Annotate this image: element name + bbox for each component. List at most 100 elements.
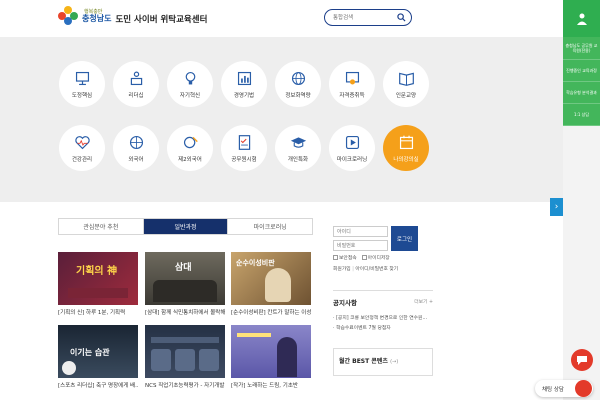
- podium-icon: [130, 71, 142, 85]
- best-content-box[interactable]: 월간 BEST 콘텐츠 (→): [333, 348, 433, 376]
- chat-bubble-icon: [577, 356, 587, 365]
- course-caption: [삼대] 함께 식민통치하에서 몰락해...: [145, 310, 225, 316]
- tab-recommend[interactable]: 관심분야 추천: [59, 219, 144, 234]
- category-label: 인문교양: [395, 92, 417, 99]
- notice-box: 공지사항 더보기 + · [공지] 코룡 보안정책 변경으로 인한 연수원...…: [333, 290, 433, 344]
- thumb-title: 삼대: [175, 263, 192, 273]
- category-label: 제2외국어: [178, 156, 202, 163]
- globe-icon: [291, 71, 305, 85]
- search-input[interactable]: [325, 10, 395, 25]
- category-core[interactable]: 도정핵심: [59, 61, 105, 107]
- course-caption: [작가] 노래하는 드림, 기초반: [231, 383, 298, 389]
- chatbot-button[interactable]: [571, 349, 593, 371]
- notice-more-link[interactable]: 더보기 +: [414, 298, 433, 305]
- rail-top: [563, 0, 600, 37]
- category-microlearning[interactable]: 마이크로러닝: [329, 125, 375, 171]
- chart-icon: [237, 71, 251, 85]
- thumb-title: 순수이성비판: [236, 259, 275, 267]
- course-thumbnail[interactable]: 이기는 습관: [58, 325, 138, 378]
- thumb-title: 기획의 神: [76, 266, 118, 277]
- course-thumbnail[interactable]: 기획의 神: [58, 252, 138, 305]
- chat-dot-icon: [575, 380, 592, 397]
- course-caption: [순수이성비판] 칸트가 말하는 이성...: [231, 310, 311, 316]
- lightbulb-icon: [185, 71, 195, 84]
- category-leadership[interactable]: 리더십: [113, 61, 159, 107]
- best-arrow: (→): [390, 359, 399, 365]
- certificate-icon: [345, 71, 359, 84]
- login-password-input[interactable]: [333, 240, 388, 251]
- monitor-icon: [75, 71, 89, 85]
- heart-icon: [74, 135, 90, 149]
- category-label: 정보화역량: [285, 92, 311, 99]
- category-label: 나의강의실: [393, 156, 419, 163]
- secure-login-label: 보안접속: [339, 256, 357, 261]
- course-thumbnail[interactable]: [231, 325, 311, 378]
- course-card[interactable]: 이기는 습관 [스포츠 리더십] 축구 명장에게 배...: [58, 325, 138, 389]
- category-panel: 도정핵심 리더십 자기혁신 경영기법 정보화역량 자격증취득 인문교양 건강관리…: [0, 37, 563, 202]
- secure-login-checkbox[interactable]: 보안접속: [333, 254, 357, 261]
- logo-province: 충청남도: [82, 13, 112, 23]
- category-personal[interactable]: 개인특화: [275, 125, 321, 171]
- search-icon[interactable]: [397, 13, 406, 22]
- course-thumbnail[interactable]: [145, 325, 225, 378]
- category-foreign-language[interactable]: 외국어: [113, 125, 159, 171]
- best-content-title: 월간 BEST 콘텐츠: [339, 358, 388, 365]
- chat-consult-button[interactable]: 채팅 상담: [535, 380, 593, 397]
- category-label: 건강관리: [71, 156, 93, 163]
- category-certificate[interactable]: 자격증취득: [329, 61, 375, 107]
- category-label: 마이크로러닝: [336, 156, 368, 163]
- category-label: 외국어: [128, 156, 144, 163]
- course-card[interactable]: NCS 직업기초능력평가 - 자기개발...: [145, 325, 225, 389]
- site-logo[interactable]: 행복충만 충청남도 도민 사이버 위탁교육센터: [58, 6, 207, 26]
- category-humanities[interactable]: 인문교양: [383, 61, 429, 107]
- category-second-language[interactable]: 제2외국어: [167, 125, 213, 171]
- course-caption: [기획의 신] 하루 1분, 기획력: [58, 310, 126, 316]
- category-label: 자기혁신: [179, 92, 201, 99]
- category-label: 자격증취득: [339, 92, 365, 99]
- checklist-icon: [238, 134, 250, 150]
- search-box: [324, 9, 412, 26]
- rail-item-academy[interactable]: 충청남도 공무원 교육원(전용): [563, 37, 600, 60]
- category-management[interactable]: 경영기법: [221, 61, 267, 107]
- play-icon: [345, 135, 359, 149]
- chat-consult-label: 채팅 상담: [542, 386, 564, 393]
- book-icon: [398, 72, 414, 86]
- category-health[interactable]: 건강관리: [59, 125, 105, 171]
- save-id-checkbox[interactable]: 아이디저장: [361, 254, 390, 261]
- rail-item-learning-type[interactable]: 학습유형 분석결과: [563, 82, 600, 104]
- graduation-cap-icon: [290, 136, 306, 148]
- login-id-input[interactable]: [333, 226, 388, 237]
- find-account-link[interactable]: 아이디/비밀번호 찾기: [355, 267, 398, 272]
- rail-item-consult[interactable]: 1:1 상담: [563, 104, 600, 126]
- quick-menu-rail: 충청남도 공무원 교육원(전용) 진행중인 교육과정 학습유형 분석결과 1:1…: [563, 0, 600, 400]
- rail-toggle-chevron-icon[interactable]: ›: [550, 198, 563, 216]
- category-it[interactable]: 정보화역량: [275, 61, 321, 107]
- category-label: 공무원시험: [231, 156, 257, 163]
- course-card[interactable]: 순수이성비판 [순수이성비판] 칸트가 말하는 이성...: [231, 252, 311, 316]
- category-civil-exam[interactable]: 공무원시험: [221, 125, 267, 171]
- globe-lang-icon: [129, 135, 143, 149]
- course-card[interactable]: [작가] 노래하는 드림, 기초반: [231, 325, 311, 389]
- category-label: 도정핵심: [71, 92, 93, 99]
- category-label: 경영기법: [233, 92, 255, 99]
- category-label: 리더십: [128, 92, 144, 99]
- category-my-classroom[interactable]: 나의강의실: [383, 125, 429, 171]
- course-card[interactable]: 삼대 [삼대] 함께 식민통치하에서 몰락해...: [145, 252, 225, 316]
- course-caption: NCS 직업기초능력평가 - 자기개발...: [145, 383, 225, 389]
- login-button[interactable]: 로그인: [391, 226, 418, 251]
- save-id-label: 아이디저장: [367, 256, 390, 261]
- logo-emblem-icon: [58, 6, 78, 26]
- tab-microlearning[interactable]: 마이크로러닝: [228, 219, 313, 234]
- notice-item[interactable]: · 학습수료이벤트 7월 당첨자: [333, 324, 433, 331]
- course-tabs: 관심분야 추천 일반과정 마이크로러닝: [58, 218, 313, 235]
- notice-item[interactable]: · [공지] 코룡 보안정책 변경으로 인한 연수원...: [333, 314, 433, 321]
- category-innovation[interactable]: 자기혁신: [167, 61, 213, 107]
- rail-item-courses[interactable]: 진행중인 교육과정: [563, 60, 600, 82]
- thumb-title: 이기는 습관: [70, 348, 110, 357]
- course-card[interactable]: 기획의 神 [기획의 신] 하루 1분, 기획력: [58, 252, 138, 316]
- user-icon: [576, 13, 587, 25]
- course-thumbnail[interactable]: 삼대: [145, 252, 225, 305]
- course-thumbnail[interactable]: 순수이성비판: [231, 252, 311, 305]
- signup-link[interactable]: 회원가입: [333, 267, 351, 272]
- tab-general[interactable]: 일반과정: [143, 219, 229, 234]
